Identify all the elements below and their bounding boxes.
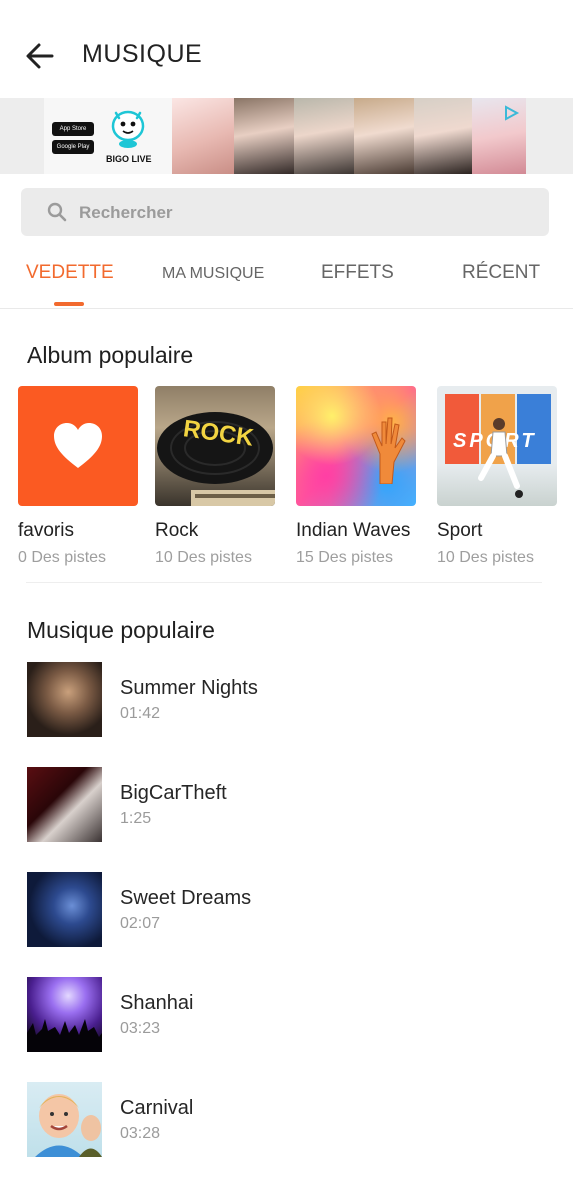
track-thumbnail bbox=[27, 662, 102, 737]
album-name: Rock bbox=[155, 520, 199, 541]
album-name: Sport bbox=[437, 520, 483, 541]
search-input[interactable]: Rechercher bbox=[21, 188, 549, 236]
album-card-favoris[interactable]: favoris 0 Des pistes bbox=[18, 386, 140, 567]
header-bar: MUSIQUE bbox=[0, 0, 573, 98]
album-name: favoris bbox=[18, 520, 74, 541]
tab-vedette[interactable]: VEDETTE bbox=[26, 262, 114, 284]
track-thumbnail bbox=[27, 872, 102, 947]
tab-bar: VEDETTE MA MUSIQUE EFFETS RÉCENT bbox=[0, 248, 573, 309]
soccer-player-graphic bbox=[478, 418, 523, 498]
track-row-sweet-dreams[interactable]: Sweet Dreams 02:07 bbox=[27, 872, 547, 948]
album-track-count: 15 Des pistes bbox=[296, 549, 393, 566]
track-duration: 03:28 bbox=[120, 1125, 161, 1142]
track-title: Shanhai bbox=[120, 992, 194, 1014]
album-track-count: 10 Des pistes bbox=[155, 549, 252, 566]
google-play-badge[interactable]: Google Play bbox=[52, 140, 94, 154]
ad-photo-1 bbox=[172, 98, 234, 174]
track-duration: 01:42 bbox=[120, 705, 161, 722]
bigo-mascot-icon bbox=[111, 110, 145, 148]
track-row-carnival[interactable]: Carnival 03:28 bbox=[27, 1082, 547, 1158]
album-track-count: 0 Des pistes bbox=[18, 549, 107, 566]
album-track-count: 10 Des pistes bbox=[437, 549, 534, 566]
ad-photo-5 bbox=[414, 98, 472, 174]
search-icon bbox=[47, 202, 67, 222]
page-title: MUSIQUE bbox=[82, 40, 203, 68]
heart-icon bbox=[54, 423, 102, 468]
track-title: Carnival bbox=[120, 1097, 194, 1119]
arrow-left-icon[interactable] bbox=[22, 38, 58, 74]
tab-recent[interactable]: RÉCENT bbox=[462, 262, 540, 284]
ad-banner[interactable]: App Store Google Play BIGO LIVE bbox=[0, 98, 573, 174]
tracks-section-title: Musique populaire bbox=[27, 617, 215, 643]
tab-ma-musique[interactable]: MA MUSIQUE bbox=[162, 265, 264, 283]
child-portrait-graphic bbox=[35, 1094, 102, 1157]
track-title: Sweet Dreams bbox=[120, 887, 252, 909]
crowd-silhouette-graphic bbox=[27, 1019, 102, 1052]
track-row-shanhai[interactable]: Shanhai 03:23 bbox=[27, 977, 547, 1053]
ad-photo-4 bbox=[354, 98, 414, 174]
track-thumbnail bbox=[27, 1082, 102, 1157]
active-tab-indicator bbox=[54, 302, 84, 306]
track-row-summer-nights[interactable]: Summer Nights 01:42 bbox=[27, 662, 547, 738]
track-duration: 02:07 bbox=[120, 915, 161, 932]
track-duration: 03:23 bbox=[120, 1020, 161, 1037]
album-card-sport[interactable]: SPORT Sport 10 Des pistes bbox=[437, 386, 559, 567]
track-thumbnail bbox=[27, 977, 102, 1052]
ad-photo-2 bbox=[234, 98, 294, 174]
track-thumbnail bbox=[27, 767, 102, 842]
track-duration: 1:25 bbox=[120, 810, 152, 827]
album-section-title: Album populaire bbox=[27, 342, 194, 368]
tab-effets[interactable]: EFFETS bbox=[321, 262, 394, 284]
album-card-rock[interactable]: ROCK Rock 10 Des pistes bbox=[155, 386, 277, 567]
album-name: Indian Waves bbox=[296, 520, 411, 541]
app-store-badge[interactable]: App Store bbox=[52, 122, 94, 136]
section-divider bbox=[26, 582, 542, 583]
search-placeholder: Rechercher bbox=[79, 203, 173, 222]
ad-choices-icon[interactable] bbox=[502, 104, 520, 122]
album-cover bbox=[296, 386, 416, 506]
album-cover: ROCK bbox=[155, 386, 275, 506]
album-cover: SPORT bbox=[437, 386, 557, 506]
ad-banner-content[interactable]: App Store Google Play BIGO LIVE bbox=[44, 98, 526, 174]
track-title: BigCarTheft bbox=[120, 782, 227, 804]
bigo-live-label: BIGO LIVE bbox=[106, 154, 152, 164]
album-cover bbox=[18, 386, 138, 506]
track-title: Summer Nights bbox=[120, 677, 258, 699]
track-row-bigcartheft[interactable]: BigCarTheft 1:25 bbox=[27, 767, 547, 843]
album-card-indian-waves[interactable]: Indian Waves 15 Des pistes bbox=[296, 386, 418, 567]
raised-hand-graphic bbox=[371, 417, 406, 484]
ad-photo-3 bbox=[294, 98, 354, 174]
